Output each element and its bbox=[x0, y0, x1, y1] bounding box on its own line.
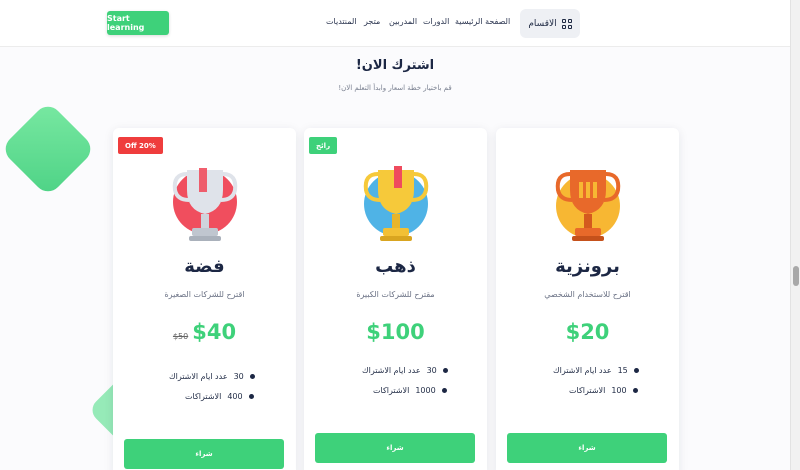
bullet-icon bbox=[633, 368, 639, 373]
plan-description: اقترح للشركات الصغيرة bbox=[164, 290, 245, 299]
feature-days: 15 عدد ايام الاشتراك bbox=[553, 366, 639, 375]
bronze-trophy-icon bbox=[555, 170, 620, 241]
feature-label: عدد ايام الاشتراك bbox=[169, 372, 228, 381]
plan-description: اقترح للاستخدام الشخصي bbox=[544, 290, 631, 299]
grid-icon bbox=[561, 18, 572, 29]
feature-value: 100 bbox=[611, 386, 627, 395]
price-row: $100 bbox=[304, 320, 487, 344]
feature-label: الاشتراكات bbox=[185, 392, 222, 401]
buy-button[interactable]: شراء bbox=[507, 433, 667, 463]
feature-days: 30 عدد ايام الاشتراك bbox=[362, 366, 448, 375]
silver-trophy-icon bbox=[172, 168, 237, 241]
plan-price: $100 bbox=[366, 320, 425, 344]
bullet-icon bbox=[632, 388, 638, 393]
plan-price: $40 bbox=[192, 320, 237, 344]
feature-subscriptions: 100 الاشتراكات bbox=[569, 386, 638, 395]
plan-name: ذهب bbox=[375, 256, 416, 277]
page-scrollbar[interactable] bbox=[790, 0, 800, 470]
pricing-card-silver: Off 20% فضة اقترح للشركات الصغيرة $50 $4… bbox=[113, 128, 296, 470]
pricing-card-bronze: برونزية اقترح للاستخدام الشخصي $20 15 عد… bbox=[496, 128, 679, 470]
section-subtitle: قم باختيار خطة اسعار وابدأ التعلم الان! bbox=[338, 84, 452, 92]
discount-badge: Off 20% bbox=[118, 137, 163, 154]
plan-price: $20 bbox=[565, 320, 610, 344]
gold-trophy-icon bbox=[363, 166, 428, 241]
feature-value: 1000 bbox=[415, 386, 436, 395]
plan-name: برونزية bbox=[555, 256, 620, 277]
feature-subscriptions: 400 الاشتراكات bbox=[185, 392, 254, 401]
feature-value: 30 bbox=[426, 366, 437, 375]
categories-button[interactable]: الاقسام bbox=[520, 9, 580, 38]
nav-link-forums[interactable]: المنتديات bbox=[326, 17, 357, 26]
feature-value: 15 bbox=[617, 366, 628, 375]
buy-button[interactable]: شراء bbox=[124, 439, 284, 469]
old-price: $50 bbox=[172, 332, 189, 341]
bullet-icon bbox=[442, 368, 448, 373]
feature-label: عدد ايام الاشتراك bbox=[362, 366, 421, 375]
pricing-card-gold: رائج ذهب مقترح للشركات الكبيرة $100 30 ع… bbox=[304, 128, 487, 470]
scrollbar-thumb[interactable] bbox=[793, 266, 799, 286]
bullet-icon bbox=[249, 374, 255, 379]
feature-label: عدد ايام الاشتراك bbox=[553, 366, 612, 375]
bullet-icon bbox=[441, 388, 447, 393]
feature-subscriptions: 1000 الاشتراكات bbox=[373, 386, 447, 395]
top-navbar: Start learning المنتديات متجر المدربين ا… bbox=[0, 0, 790, 47]
section-title: اشترك الان! bbox=[355, 58, 435, 73]
nav-link-store[interactable]: متجر bbox=[364, 17, 380, 26]
price-row: $50 $40 bbox=[113, 320, 296, 344]
feature-value: 30 bbox=[233, 372, 244, 381]
feature-label: الاشتراكات bbox=[569, 386, 606, 395]
nav-link-home[interactable]: الصفحة الرئيسية bbox=[455, 17, 510, 26]
nav-link-trainers[interactable]: المدربين bbox=[389, 17, 417, 26]
price-row: $20 bbox=[496, 320, 679, 344]
plan-description: مقترح للشركات الكبيرة bbox=[356, 290, 435, 299]
start-learning-button[interactable]: Start learning bbox=[107, 11, 169, 35]
feature-label: الاشتراكات bbox=[373, 386, 410, 395]
categories-label: الاقسام bbox=[528, 18, 557, 29]
decorative-green-diamond bbox=[0, 100, 97, 198]
plan-name: فضة bbox=[184, 256, 225, 277]
feature-days: 30 عدد ايام الاشتراك bbox=[169, 372, 255, 381]
feature-value: 400 bbox=[227, 392, 243, 401]
buy-button[interactable]: شراء bbox=[315, 433, 475, 463]
nav-link-courses[interactable]: الدورات bbox=[423, 17, 449, 26]
popular-badge: رائج bbox=[309, 137, 338, 154]
bullet-icon bbox=[248, 394, 254, 399]
